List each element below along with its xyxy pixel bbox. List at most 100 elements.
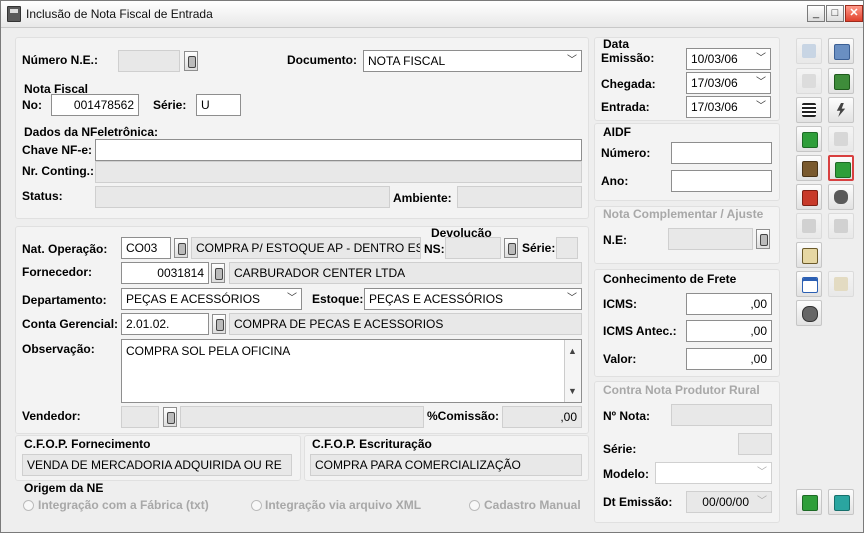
numero-ne-lookup-button[interactable] bbox=[184, 51, 198, 71]
insert-row-button[interactable] bbox=[796, 38, 822, 64]
icms-field[interactable]: ,00 bbox=[686, 293, 772, 315]
printer2-icon bbox=[834, 219, 848, 233]
main-window: Inclusão de Nota Fiscal de Entrada _ □ ✕… bbox=[0, 0, 864, 533]
produtor-title: Contra Nota Produtor Rural bbox=[603, 383, 760, 397]
chevron-down-icon: ﹀ bbox=[757, 496, 767, 507]
aidf-numero-field[interactable] bbox=[671, 142, 772, 164]
confirm-button[interactable] bbox=[796, 489, 822, 515]
stack-button[interactable] bbox=[828, 155, 854, 181]
scroll-up-icon[interactable]: ▲ bbox=[568, 342, 577, 360]
truck-button[interactable] bbox=[796, 184, 822, 210]
printer-button[interactable] bbox=[796, 213, 822, 239]
cfop-escrituracao-field: COMPRA PARA COMERCIALIZAÇÃO bbox=[310, 454, 582, 476]
produtor-serie-field[interactable] bbox=[738, 433, 772, 455]
numero-ne-field[interactable] bbox=[118, 50, 180, 72]
data-title: Data bbox=[603, 37, 630, 51]
produtor-dt-label: Dt Emissão: bbox=[603, 495, 673, 509]
produtor-modelo-select[interactable]: ﹀ bbox=[655, 462, 772, 484]
chevron-down-icon[interactable]: ﹀ bbox=[754, 76, 768, 90]
list-button[interactable] bbox=[796, 97, 822, 123]
observacao-scrollbar[interactable]: ▲ ▼ bbox=[564, 340, 581, 402]
vendedor-lookup-button[interactable] bbox=[163, 407, 177, 427]
complementar-title: Nota Complementar / Ajuste bbox=[603, 207, 764, 221]
status-label: Status: bbox=[22, 189, 63, 203]
clipboard-icon bbox=[802, 248, 818, 264]
emissao-date-field[interactable]: 10/03/06 ﹀ bbox=[686, 48, 771, 70]
minimize-button[interactable]: _ bbox=[807, 5, 825, 22]
conting-field[interactable] bbox=[95, 161, 582, 183]
table-edit-button[interactable] bbox=[796, 271, 822, 297]
ambiente-field bbox=[457, 186, 582, 208]
chave-field[interactable] bbox=[95, 139, 582, 161]
departamento-select[interactable]: PEÇAS E ACESSÓRIOS ﹀ bbox=[121, 288, 302, 310]
departamento-label: Departamento: bbox=[22, 293, 107, 307]
trash-button[interactable] bbox=[828, 126, 854, 152]
documento-select[interactable]: NOTA FISCAL ﹀ bbox=[363, 50, 582, 72]
clipboard-button[interactable] bbox=[796, 242, 822, 268]
network-button[interactable] bbox=[796, 300, 822, 326]
cfop-fornecimento-label: C.F.O.P. Fornecimento bbox=[24, 437, 151, 451]
documento-value: NOTA FISCAL bbox=[368, 54, 446, 68]
chegada-date-field[interactable]: 17/03/06 ﹀ bbox=[686, 72, 771, 94]
conta-lookup-button[interactable] bbox=[212, 314, 226, 334]
scroll-down-icon[interactable]: ▼ bbox=[568, 382, 577, 400]
entrada-date-field[interactable]: 17/03/06 ﹀ bbox=[686, 96, 771, 118]
vendedor-label: Vendedor: bbox=[22, 409, 81, 423]
calculator-icon bbox=[834, 74, 850, 90]
conta-code-field[interactable]: 2.01.02. bbox=[121, 313, 209, 335]
icms-antec-field[interactable]: ,00 bbox=[686, 320, 772, 342]
grid-button[interactable] bbox=[828, 38, 854, 64]
produtor-dt-field[interactable]: 00/00/00 ﹀ bbox=[686, 491, 772, 513]
estoque-select[interactable]: PEÇAS E ACESSÓRIOS ﹀ bbox=[364, 288, 582, 310]
close-button[interactable]: ✕ bbox=[845, 5, 863, 22]
produtor-nota-label: Nº Nota: bbox=[603, 409, 651, 423]
produtor-nota-field[interactable] bbox=[671, 404, 772, 426]
aidf-ano-field[interactable] bbox=[671, 170, 772, 192]
complementar-lookup-button[interactable] bbox=[756, 229, 770, 249]
books-icon bbox=[802, 132, 818, 148]
books-button[interactable] bbox=[796, 126, 822, 152]
fornecedor-code-field[interactable]: 0031814 bbox=[121, 262, 209, 284]
comissao-field[interactable]: ,00 bbox=[502, 406, 582, 428]
printer-icon bbox=[802, 219, 816, 233]
hand-icon bbox=[834, 190, 848, 204]
no-field[interactable]: 001478562 bbox=[51, 94, 139, 116]
chevron-down-icon[interactable]: ﹀ bbox=[754, 52, 768, 66]
serie-field[interactable]: U bbox=[196, 94, 241, 116]
chevron-down-icon: ﹀ bbox=[567, 55, 577, 66]
window-title: Inclusão de Nota Fiscal de Entrada bbox=[26, 7, 213, 21]
fornecedor-lookup-button[interactable] bbox=[211, 263, 225, 283]
ns-field[interactable] bbox=[445, 237, 501, 259]
ns-lookup-button[interactable] bbox=[504, 238, 518, 258]
emissao-value: 10/03/06 bbox=[691, 52, 738, 66]
chevron-down-icon: ﹀ bbox=[287, 293, 297, 304]
numero-ne-label: Número N.E.: bbox=[22, 53, 99, 67]
nat-code-field[interactable]: CO03 bbox=[121, 237, 171, 259]
lightning-button[interactable] bbox=[828, 97, 854, 123]
radio-cadastro-manual[interactable] bbox=[469, 500, 480, 511]
folder-button[interactable] bbox=[828, 271, 854, 297]
serie-dev-field[interactable] bbox=[556, 237, 578, 259]
vendedor-name-field bbox=[180, 406, 424, 428]
chevron-down-icon[interactable]: ﹀ bbox=[754, 100, 768, 114]
serie-label: Série: bbox=[153, 98, 187, 112]
printer2-button[interactable] bbox=[828, 213, 854, 239]
observacao-textarea[interactable]: COMPRA SOL PELA OFICINA ▲ ▼ bbox=[121, 339, 582, 403]
exit-button[interactable] bbox=[828, 489, 854, 515]
status-field bbox=[95, 186, 390, 208]
calculator-button[interactable] bbox=[828, 68, 854, 94]
nat-lookup-button[interactable] bbox=[174, 238, 188, 258]
list-icon bbox=[802, 103, 816, 117]
maximize-button[interactable]: □ bbox=[826, 5, 844, 22]
preview-button[interactable] bbox=[796, 68, 822, 94]
aidf-ano-label: Ano: bbox=[601, 174, 629, 188]
valor-field[interactable]: ,00 bbox=[686, 348, 772, 370]
complementar-ne-field[interactable] bbox=[668, 228, 753, 250]
insert-row-icon bbox=[802, 44, 816, 58]
house-button[interactable] bbox=[796, 155, 822, 181]
vendedor-code-field[interactable] bbox=[121, 406, 159, 428]
radio-integracao-xml[interactable] bbox=[251, 500, 262, 511]
fornecedor-label: Fornecedor: bbox=[22, 265, 93, 279]
radio-integracao-fabrica[interactable] bbox=[23, 500, 34, 511]
hand-button[interactable] bbox=[828, 184, 854, 210]
